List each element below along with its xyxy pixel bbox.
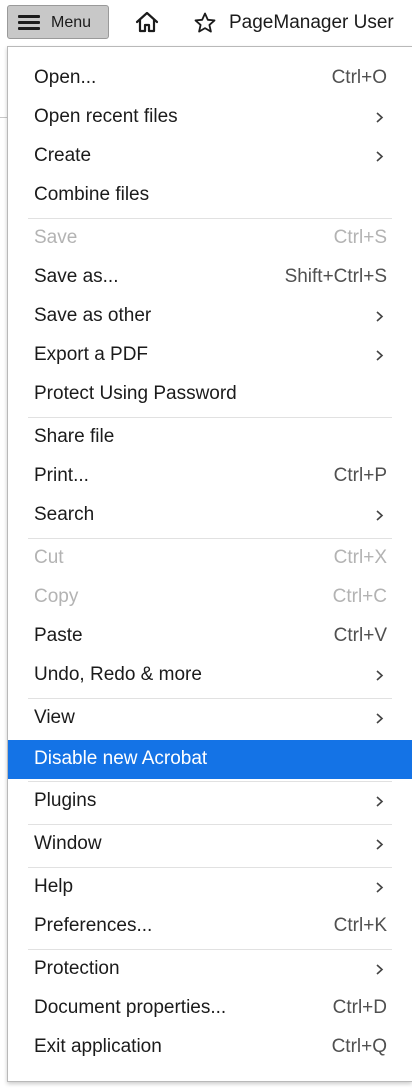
menu-button[interactable]: Menu [7, 5, 109, 39]
menu-item-disable-new-acrobat[interactable]: Disable new Acrobat [8, 740, 412, 779]
menu-item-label: Export a PDF [34, 344, 149, 365]
menu-item-label: Save [34, 227, 78, 248]
chevron-right-icon [376, 350, 384, 361]
home-button[interactable] [124, 0, 170, 46]
top-toolbar: Menu PageManager User [0, 0, 412, 46]
menu-item-shortcut: Ctrl+Q [331, 1036, 387, 1057]
menu-item-label: Create [34, 145, 92, 166]
menu-item-label: Help [34, 876, 74, 897]
menu-item-document-properties[interactable]: Document properties... Ctrl+D [8, 989, 412, 1028]
menu-item-window[interactable]: Window [8, 825, 412, 864]
menu-item-label: Open recent files [34, 106, 178, 127]
menu-item-shortcut: Ctrl+D [332, 997, 387, 1018]
menu-item-undo-redo[interactable]: Undo, Redo & more [8, 656, 412, 695]
menu-item-shortcut: Ctrl+P [333, 465, 387, 486]
menu-item-label: Paste [34, 625, 83, 646]
menu-item-search[interactable]: Search [8, 496, 412, 535]
main-menu-dropdown: Open... Ctrl+O Open recent files Create … [7, 46, 412, 1082]
menu-item-label: Save as other [34, 305, 152, 326]
menu-item-create[interactable]: Create [8, 137, 412, 176]
chevron-right-icon [376, 839, 384, 850]
menu-item-label: Protection [34, 958, 120, 979]
home-icon [135, 11, 159, 33]
chevron-right-icon [376, 796, 384, 807]
menu-item-combine[interactable]: Combine files [8, 176, 412, 215]
menu-item-label: Save as... [34, 266, 119, 287]
star-icon[interactable] [193, 11, 217, 35]
menu-item-share[interactable]: Share file [8, 418, 412, 457]
menu-item-cut: Cut Ctrl+X [8, 539, 412, 578]
menu-item-view[interactable]: View [8, 699, 412, 738]
menu-item-help[interactable]: Help [8, 868, 412, 907]
menu-item-print[interactable]: Print... Ctrl+P [8, 457, 412, 496]
menu-item-label: Plugins [34, 790, 97, 811]
menu-item-shortcut: Ctrl+V [333, 625, 387, 646]
menu-item-save: Save Ctrl+S [8, 219, 412, 258]
chevron-right-icon [376, 964, 384, 975]
menu-item-label: Exit application [34, 1036, 162, 1057]
menu-item-label: Combine files [34, 184, 150, 205]
menu-item-label: Disable new Acrobat [34, 748, 208, 769]
menu-item-shortcut: Ctrl+C [332, 586, 387, 607]
menu-item-plugins[interactable]: Plugins [8, 782, 412, 821]
menu-item-shortcut: Ctrl+K [333, 915, 387, 936]
menu-item-label: Copy [34, 586, 79, 607]
menu-item-shortcut: Ctrl+X [333, 547, 387, 568]
menu-item-label: Cut [34, 547, 64, 568]
chevron-right-icon [376, 151, 384, 162]
menu-item-shortcut: Shift+Ctrl+S [284, 266, 387, 287]
chevron-right-icon [376, 882, 384, 893]
chevron-right-icon [376, 311, 384, 322]
menu-item-exit[interactable]: Exit application Ctrl+Q [8, 1028, 412, 1067]
menu-item-save-as-other[interactable]: Save as other [8, 297, 412, 336]
menu-item-shortcut: Ctrl+O [331, 67, 387, 88]
document-title[interactable]: PageManager User [229, 11, 394, 35]
menu-item-export-pdf[interactable]: Export a PDF [8, 336, 412, 375]
menu-item-label: View [34, 707, 75, 728]
menu-item-protection[interactable]: Protection [8, 950, 412, 989]
menu-item-open[interactable]: Open... Ctrl+O [8, 59, 412, 98]
chevron-right-icon [376, 510, 384, 521]
menu-item-label: Open... [34, 67, 97, 88]
menu-item-paste[interactable]: Paste Ctrl+V [8, 617, 412, 656]
menu-button-label: Menu [51, 14, 92, 31]
menu-item-label: Print... [34, 465, 89, 486]
hamburger-icon [18, 14, 40, 30]
menu-item-label: Window [34, 833, 102, 854]
chevron-right-icon [376, 713, 384, 724]
menu-item-preferences[interactable]: Preferences... Ctrl+K [8, 907, 412, 946]
menu-item-open-recent[interactable]: Open recent files [8, 98, 412, 137]
menu-item-copy: Copy Ctrl+C [8, 578, 412, 617]
menu-item-label: Undo, Redo & more [34, 664, 202, 685]
menu-item-label: Share file [34, 426, 115, 447]
chevron-right-icon [376, 670, 384, 681]
menu-item-protect-password[interactable]: Protect Using Password [8, 375, 412, 414]
menu-item-label: Preferences... [34, 915, 153, 936]
menu-item-label: Search [34, 504, 95, 525]
chevron-right-icon [376, 112, 384, 123]
menu-item-save-as[interactable]: Save as... Shift+Ctrl+S [8, 258, 412, 297]
menu-item-shortcut: Ctrl+S [333, 227, 387, 248]
menu-item-label: Protect Using Password [34, 383, 237, 404]
menu-item-label: Document properties... [34, 997, 227, 1018]
